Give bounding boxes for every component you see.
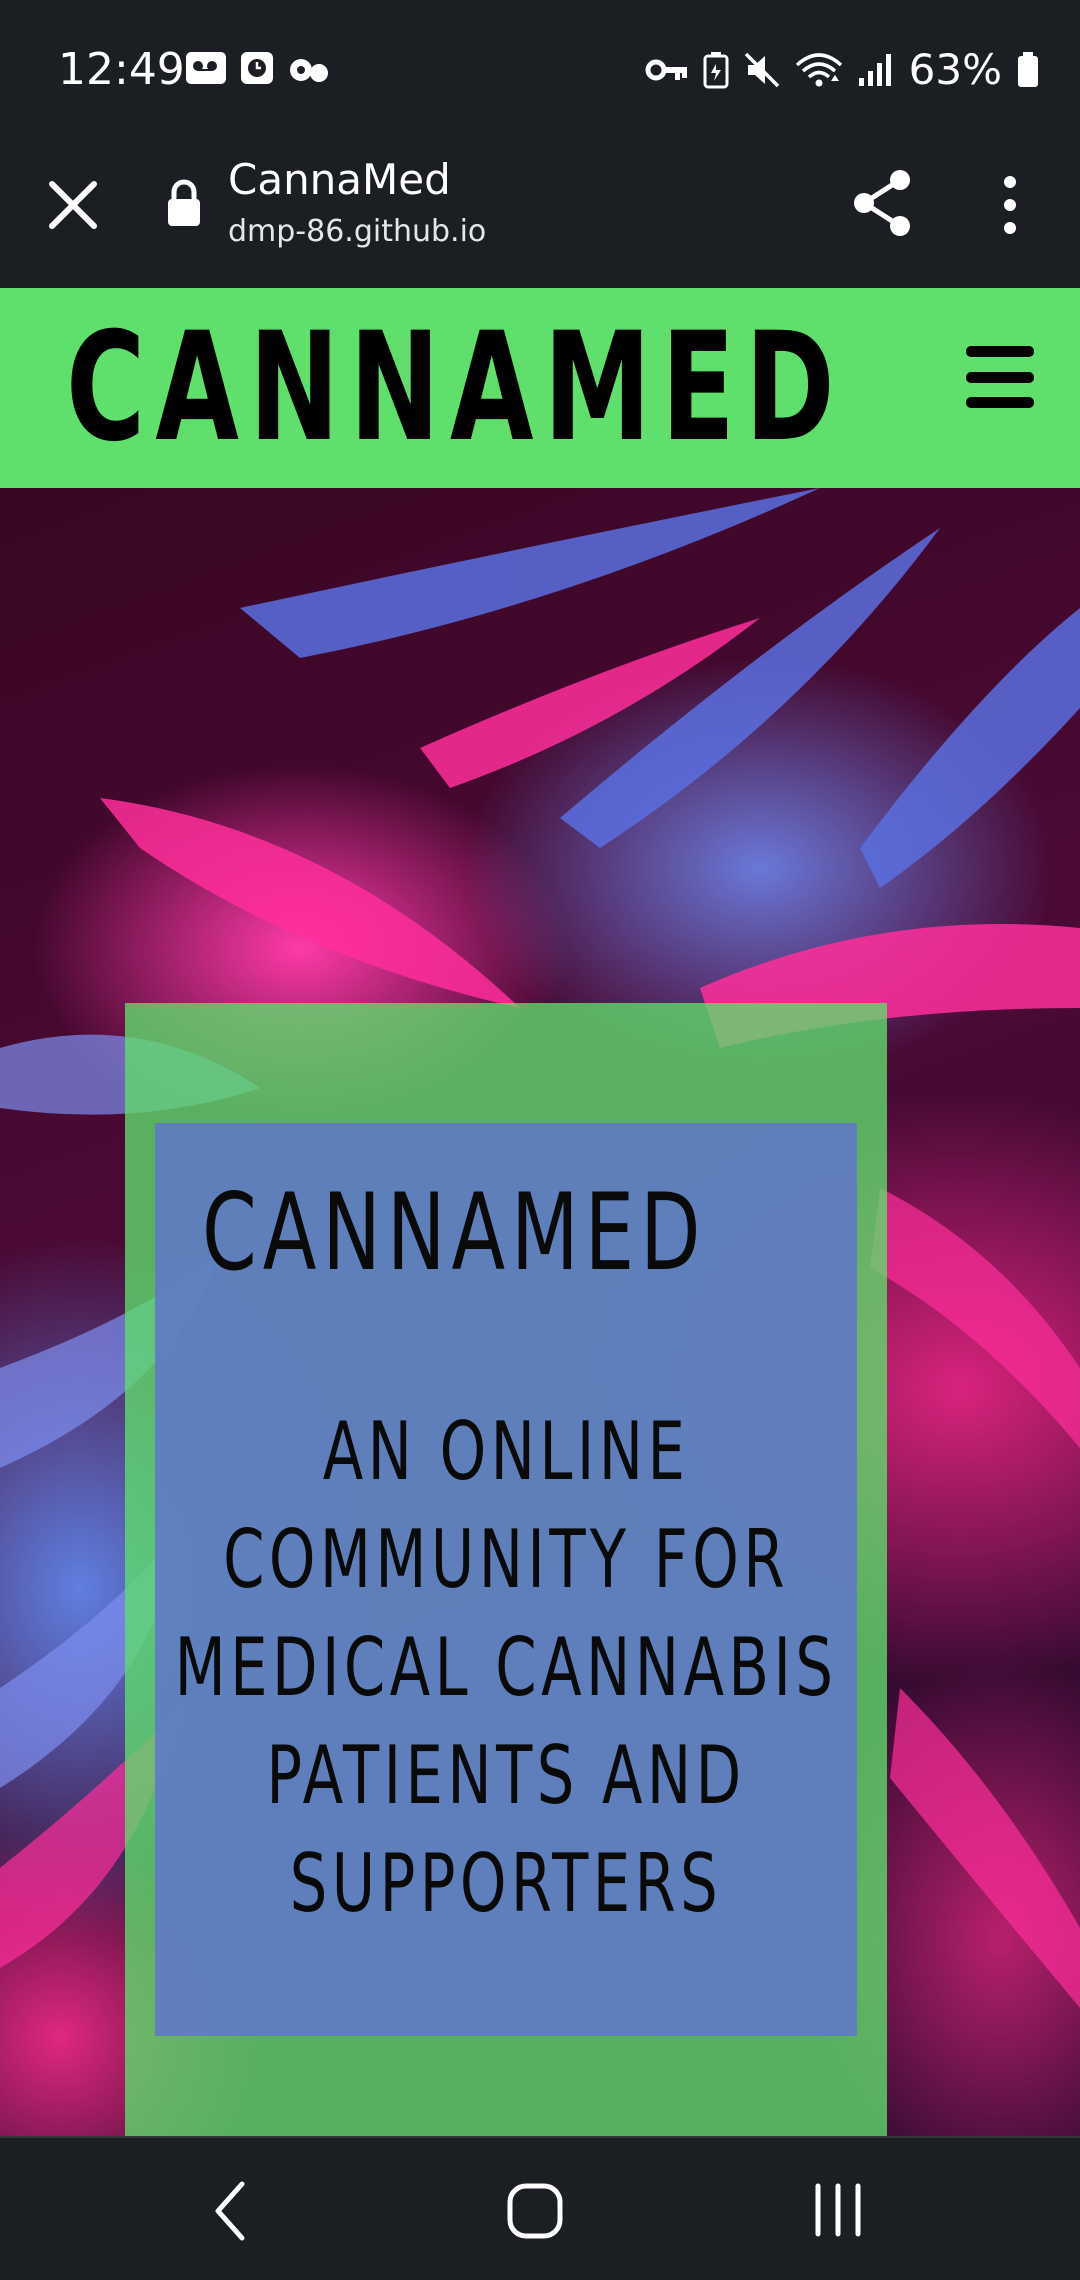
hamburger-line xyxy=(966,397,1034,408)
signal-icon xyxy=(858,54,891,86)
voicemail-icon xyxy=(186,52,226,84)
hamburger-menu-icon[interactable] xyxy=(966,346,1034,408)
browser-toolbar: CannaMed dmp-86.github.io xyxy=(0,140,1080,288)
recents-icon[interactable] xyxy=(810,2180,866,2240)
hero-subheading: AN ONLINE COMMUNITY FOR MEDICAL CANNABIS… xyxy=(174,1405,838,1930)
wifi-icon xyxy=(795,53,842,87)
status-left-icons xyxy=(185,50,331,86)
hero-heading: CANNAMED xyxy=(202,1171,707,1294)
site-nav: CANNAMED xyxy=(0,288,1080,488)
hero-section: CANNAMED AN ONLINE COMMUNITY FOR MEDICAL… xyxy=(0,488,1080,2136)
hamburger-line xyxy=(966,346,1034,357)
home-icon[interactable] xyxy=(505,2178,565,2244)
close-icon[interactable] xyxy=(38,170,108,240)
battery-icon xyxy=(1018,52,1038,87)
status-bar: 12:49 63% xyxy=(0,0,1080,140)
battery-percent: 63% xyxy=(908,45,1002,94)
assistant-icon xyxy=(290,59,328,82)
site-logo[interactable]: CANNAMED xyxy=(66,308,845,468)
battery-saver-icon xyxy=(703,52,729,89)
share-icon[interactable] xyxy=(850,168,916,238)
more-vert-icon[interactable] xyxy=(990,170,1030,240)
status-right: 63% xyxy=(645,40,1040,100)
page-title[interactable]: CannaMed xyxy=(228,154,451,206)
vpn-key-icon xyxy=(645,59,687,81)
page-url[interactable]: dmp-86.github.io xyxy=(228,212,486,252)
clock-app-icon xyxy=(241,52,273,84)
status-time: 12:49 xyxy=(58,44,185,95)
hamburger-line xyxy=(966,371,1034,383)
back-icon[interactable] xyxy=(210,2178,250,2244)
lock-icon[interactable] xyxy=(164,178,204,228)
system-nav-bar xyxy=(0,2136,1080,2280)
hero-subheading-wrap: AN ONLINE COMMUNITY FOR MEDICAL CANNABIS… xyxy=(155,1398,857,1938)
mute-icon xyxy=(744,52,779,88)
